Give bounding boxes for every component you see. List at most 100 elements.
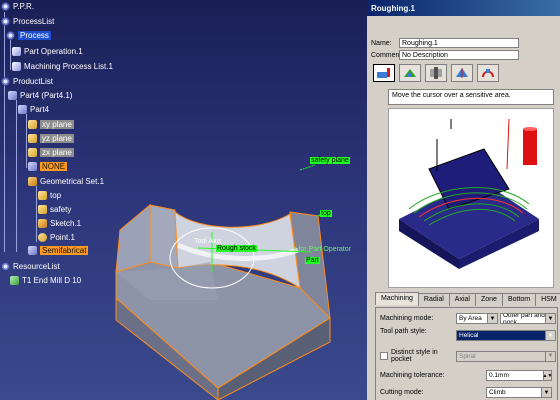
tree-item-part-operation[interactable]: Part Operation.1 xyxy=(12,47,83,56)
chevron-down-icon: ▼ xyxy=(487,314,497,323)
tree-item-top[interactable]: top xyxy=(38,191,61,200)
name-label: Name: xyxy=(371,39,392,47)
tree-item-part4[interactable]: Part4 xyxy=(18,105,49,114)
cutting-mode-label: Cutting mode: xyxy=(380,389,424,396)
tree-label: Part4 xyxy=(30,105,50,114)
tab-machining[interactable]: Machining xyxy=(375,292,419,305)
machining-mode-label: Machining mode: xyxy=(380,315,434,322)
rough-stock-tag[interactable]: Rough stock xyxy=(216,245,257,252)
parameter-tabs: Machining Radial Axial Zone Bottom HSM xyxy=(375,292,560,306)
tolerance-row: Machining tolerance: 0.1mm ▲▼ xyxy=(380,370,552,381)
tolerance-value: 0.1mm xyxy=(489,372,509,379)
tool-path-style-value: Helical xyxy=(459,332,479,339)
tree-label: Geometrical Set.1 xyxy=(40,177,105,186)
safety-plane-tag[interactable]: safety plane xyxy=(310,157,350,164)
tree-label: Point.1 xyxy=(50,233,75,242)
machining-panel: Machining mode: By Area ▼ Outer part and… xyxy=(375,307,558,400)
tree-item-safety[interactable]: safety xyxy=(38,205,71,214)
machining-mode-value: By Area xyxy=(459,315,482,322)
spinner-icon[interactable]: ▲▼ xyxy=(543,371,551,380)
tree-label: Machining Process List.1 xyxy=(24,62,113,71)
tree-item-resource-list[interactable]: ResourceList xyxy=(1,262,60,271)
tab-bottom[interactable]: Bottom xyxy=(501,293,537,306)
tree-label: Part4 (Part4.1) xyxy=(20,91,73,100)
tree-item-product-list[interactable]: ProductList xyxy=(1,77,53,86)
tree-item-sketch[interactable]: Sketch.1 xyxy=(38,219,81,228)
cutting-mode-select[interactable]: Climb ▼ xyxy=(486,387,552,398)
geometry-tab-button[interactable] xyxy=(399,64,421,82)
part-icon xyxy=(18,105,27,114)
tolerance-input[interactable]: 0.1mm ▲▼ xyxy=(486,370,552,381)
tree-root[interactable]: P.P.R. xyxy=(1,2,34,11)
tree-item-none-body[interactable]: NONE xyxy=(28,162,68,171)
plane-icon xyxy=(28,134,37,143)
tree-item-yz-plane[interactable]: yz plane xyxy=(28,134,74,143)
strategy-tab-button[interactable] xyxy=(373,64,395,82)
geometry-icon xyxy=(404,69,416,77)
tree-label: Process xyxy=(18,31,51,40)
3d-viewport[interactable]: safety plane top Tool Axis Rough stock s… xyxy=(0,0,367,400)
chevron-down-icon: ▼ xyxy=(545,351,555,361)
machining-list-icon xyxy=(12,62,21,71)
distinct-style-value: Spiral xyxy=(459,352,476,360)
tool-axis-tag[interactable]: Tool Axis xyxy=(194,238,222,245)
name-field[interactable]: Roughing.1 xyxy=(399,38,519,48)
tree-item-tool[interactable]: T1 End Mill D 10 xyxy=(10,276,81,285)
product-list-icon xyxy=(1,77,10,86)
process-icon xyxy=(6,31,15,40)
tree-item-part4-instance[interactable]: Part4 (Part4.1) xyxy=(8,91,72,100)
tree-item-process[interactable]: Process xyxy=(6,31,51,40)
tool-path-style-row: Tool path style: xyxy=(380,328,456,335)
tree-label: Sketch.1 xyxy=(50,219,82,228)
tool-tab-button[interactable] xyxy=(425,64,447,82)
tool-path-style-select[interactable]: Helical ▼ xyxy=(456,330,556,341)
strategy-icon xyxy=(377,68,390,78)
tree-label: Part Operation.1 xyxy=(24,47,83,56)
tab-zone[interactable]: Zone xyxy=(474,293,503,306)
tree-item-process-list[interactable]: ProcessList xyxy=(1,17,54,26)
plane-icon xyxy=(38,191,47,200)
comment-label: Comment: xyxy=(371,51,404,59)
cutting-mode-row: Cutting mode: Climb ▼ xyxy=(380,387,552,398)
geometrical-set-icon xyxy=(28,177,37,186)
distinct-style-checkbox[interactable] xyxy=(380,352,388,360)
tree-item-semifabricat[interactable]: Semifabricat xyxy=(28,246,89,255)
tab-hsm[interactable]: HSM xyxy=(535,293,560,306)
top-plane-tag[interactable]: top xyxy=(320,210,332,217)
part-tag[interactable]: Part xyxy=(305,257,320,264)
tree-item-zx-plane[interactable]: zx plane xyxy=(28,148,74,157)
comment-row: Comment: No Description xyxy=(371,50,519,60)
tool-path-style-label: Tool path style: xyxy=(380,328,427,335)
roughing-preview-graphic xyxy=(399,118,539,269)
feeds-speeds-tab-button[interactable] xyxy=(451,64,473,82)
tree-item-geometrical-set[interactable]: Geometrical Set.1 xyxy=(28,177,104,186)
tree-label: xy plane xyxy=(40,120,74,129)
tree-label: ProductList xyxy=(13,77,54,86)
macros-tab-button[interactable] xyxy=(477,64,499,82)
tree-label: zx plane xyxy=(40,148,74,157)
comment-field[interactable]: No Description xyxy=(399,50,519,60)
tool-icon xyxy=(430,67,442,79)
end-mill-icon xyxy=(10,276,19,285)
chevron-down-icon: ▼ xyxy=(545,314,555,323)
dialog-title[interactable]: Roughing.1 xyxy=(367,0,560,16)
tolerance-label: Machining tolerance: xyxy=(380,372,445,379)
roughing-dialog: Roughing.1 Name: Roughing.1 Comment: No … xyxy=(367,0,560,400)
sketch-icon xyxy=(38,219,47,228)
resource-list-icon xyxy=(1,262,10,271)
tree-item-machining-process-list[interactable]: Machining Process List.1 xyxy=(12,62,113,71)
distinct-style-select: Spiral ▼ xyxy=(456,350,556,362)
tree-label: safety xyxy=(50,205,72,214)
machining-mode-select[interactable]: By Area ▼ xyxy=(456,313,498,324)
tree-item-xy-plane[interactable]: xy plane xyxy=(28,120,74,129)
part-3d-model[interactable] xyxy=(0,0,367,400)
plane-icon xyxy=(28,120,37,129)
machining-mode-row: Machining mode: By Area ▼ Outer part and… xyxy=(380,313,556,324)
part-operator-tag[interactable]: s for Part Operator xyxy=(293,246,351,253)
tree-item-point[interactable]: Point.1 xyxy=(38,233,75,242)
sensitive-preview[interactable] xyxy=(388,108,554,288)
macros-icon xyxy=(482,69,494,78)
tab-radial[interactable]: Radial xyxy=(417,293,450,306)
machining-area-select[interactable]: Outer part and pock ▼ xyxy=(500,313,556,324)
tab-axial[interactable]: Axial xyxy=(448,293,476,306)
